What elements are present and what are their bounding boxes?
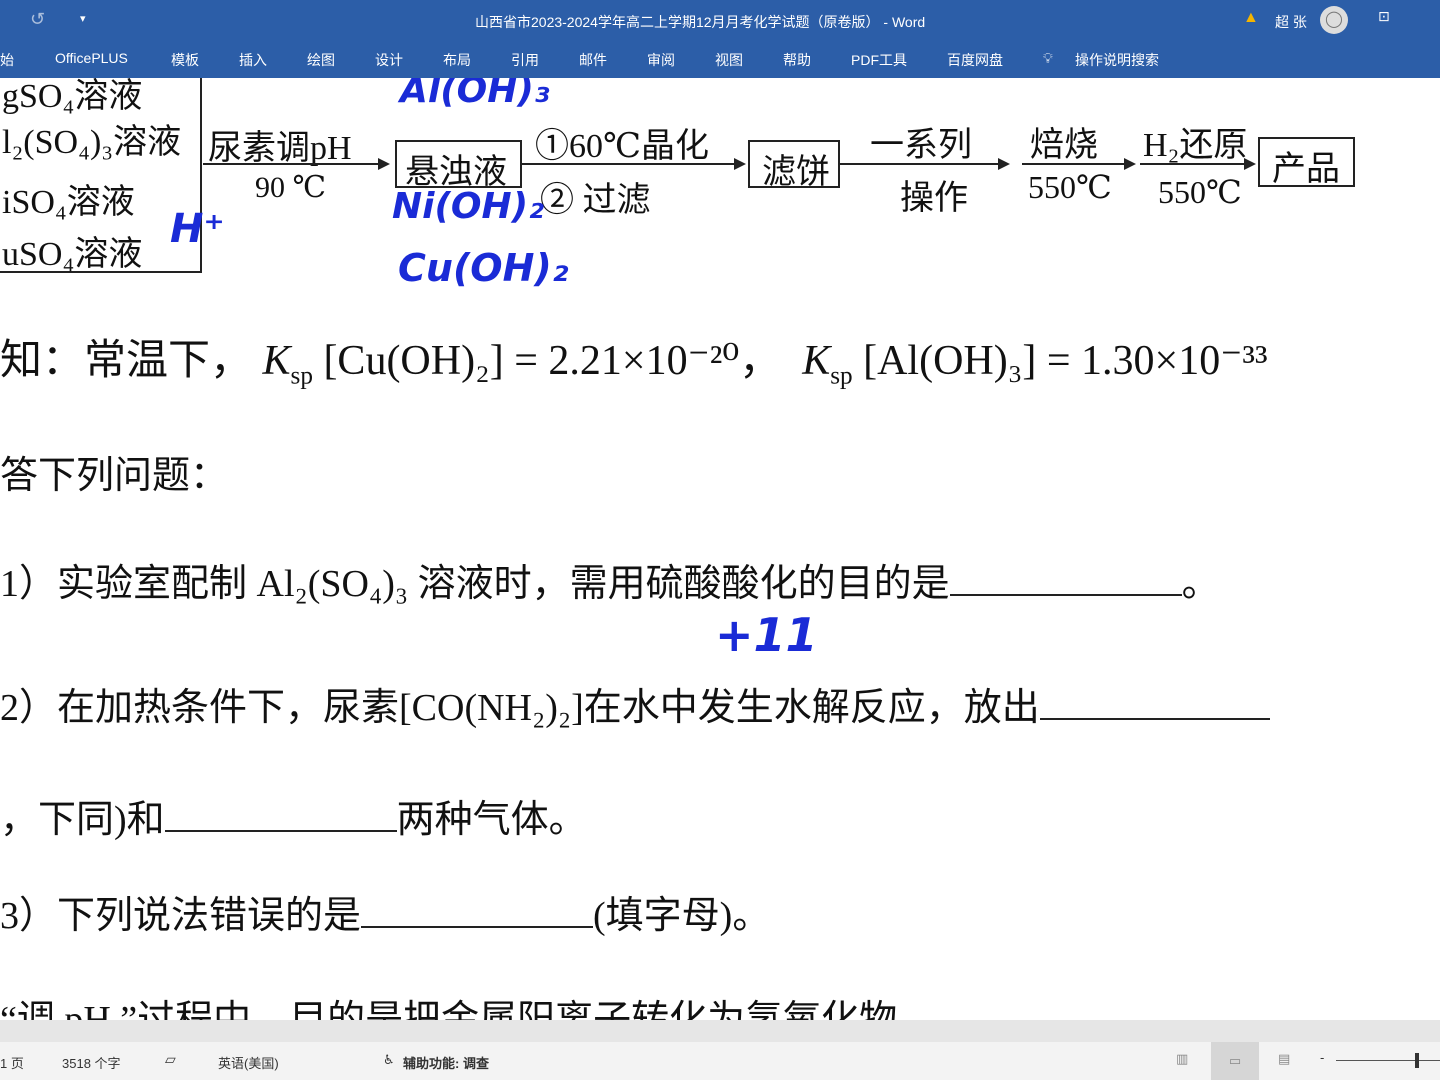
q1-text: 1）实验室配制 Al₂(SO₄)₃ 溶液时，需用硫酸酸化的目的是 [0,563,950,605]
question-3: 3）下列说法错误的是 (填字母)。 [0,884,770,939]
web-layout-icon[interactable]: ▤ [1278,1051,1290,1067]
known-conditions: 知：常温下， Ksp [Cu(OH)₂] = 2.21×10⁻²⁰， Ksp [… [0,326,1268,390]
reagent-cuso4: uSO₄溶液 [2,236,143,273]
ksp-sub: sp [830,362,853,390]
tab-mailings[interactable]: 邮件 [579,50,607,70]
handwriting-h-plus: H⁺ [170,206,225,252]
ksp-cu-oh2: [Cu(OH)₂] = 2.21×10⁻²⁰， [323,338,782,384]
reagent-niso4: iSO₄溶液 [2,184,135,221]
step1-label: 尿素调pH [208,130,352,167]
horizontal-scroll-area[interactable] [0,1020,1440,1042]
word-count[interactable]: 3518 个字 [62,1053,121,1072]
answer-intro: 答下列问题： [0,455,229,497]
q2-blank-2[interactable] [164,794,397,832]
q3-blank[interactable] [361,890,594,928]
zoom-out-button[interactable]: - [1320,1050,1324,1065]
tab-insert[interactable]: 插入 [239,50,267,70]
reagent-al2so43: l₂(SO₄)₃溶液 [2,124,182,161]
step3-label: 一系列 [870,127,972,164]
question-1: 1）实验室配制 Al₂(SO₄)₃ 溶液时，需用硫酸酸化的目的是 。 [0,552,1220,607]
arrow-3 [840,158,1010,170]
q2-text: 2）在加热条件下，尿素[CO(NH₂)₂]在水中发生水解反应，放出 [0,687,1040,729]
step4-temp: 550℃ [1028,169,1112,205]
step1-temp: 90 ℃ [255,171,327,204]
tab-officeplus[interactable]: OfficePLUS [55,50,128,66]
status-bar: 1 页 3518 个字 ▱ 英语(美国) ♿︎ 辅助功能: 调查 ▥ ▭ ▤ - [0,1042,1440,1080]
question-2: 2）在加热条件下，尿素[CO(NH₂)₂]在水中发生水解反应，放出 [0,676,1270,731]
tab-references[interactable]: 引用 [511,50,539,70]
tab-pdf-tools[interactable]: PDF工具 [851,50,907,70]
user-avatar-icon[interactable]: ◯ [1320,6,1348,34]
q2-end: 两种气体。 [396,799,587,841]
step2-filter: ② 过滤 [540,182,651,219]
q2-blank-1[interactable] [1039,682,1270,720]
arrow-5 [1140,158,1256,170]
accessibility-status[interactable]: 辅助功能: 调查 [403,1053,489,1072]
page-count[interactable]: 1 页 [0,1053,24,1072]
handwriting-aloh3: Al(OH)₃ [400,78,550,111]
arrow-1 [203,158,390,170]
tab-help[interactable]: 帮助 [783,50,811,70]
ksp-symbol: K [262,338,291,384]
undo-icon[interactable]: ↺ [30,9,45,30]
step4-label: 焙烧 [1030,127,1098,164]
ksp-symbol: K [802,338,831,384]
tab-layout[interactable]: 布局 [443,50,471,70]
zoom-slider[interactable] [1336,1060,1440,1061]
zoom-slider-thumb[interactable] [1415,1053,1419,1068]
warning-icon[interactable]: ▲ [1243,9,1259,27]
q3-text: 3）下列说法错误的是 [0,895,362,937]
step5-temp: 550℃ [1158,174,1242,210]
proofing-icon[interactable]: ▱ [165,1051,176,1068]
question-2-cont: ，下同)和 两种气体。 [0,788,587,843]
product-label: 产品 [1272,151,1340,188]
title-bar: ↺ ▾ 山西省市2023-2024学年高二上学期12月月考化学试题（原卷版） -… [0,0,1440,40]
tab-review[interactable]: 审阅 [647,50,675,70]
step5-label: H₂还原 [1143,127,1248,164]
tab-home[interactable]: 始 [0,50,14,70]
tab-design[interactable]: 设计 [375,50,403,70]
q3-end: (填字母)。 [593,895,771,937]
tab-template[interactable]: 模板 [171,50,199,70]
handwriting-plus-11: +11 [715,608,818,662]
tab-baidu-netdisk[interactable]: 百度网盘 [947,50,1003,70]
handwriting-cuoh2: Cu(OH)₂ [398,246,569,290]
document-title: 山西省市2023-2024学年高二上学期12月月考化学试题（原卷版） - Wor… [475,14,926,30]
arrow-4 [1022,158,1136,170]
print-layout-icon[interactable]: ▭ [1211,1042,1259,1080]
step2-label: ①60℃晶化 [535,128,710,165]
handwriting-nioh2: Ni(OH)₂ [392,186,544,227]
step3-operation: 操作 [900,180,968,217]
ribbon-display-icon[interactable]: ⊡ [1378,8,1390,25]
filter-cake-label: 滤饼 [762,154,830,191]
reagent-mgso4: gSO₄溶液 [2,78,143,115]
ribbon-tabs: 始 OfficePLUS 模板 插入 绘图 设计 布局 引用 邮件 审阅 视图 … [0,40,1440,78]
accessibility-icon: ♿︎ [383,1052,395,1067]
tab-view[interactable]: 视图 [715,50,743,70]
q1-end: 。 [1181,563,1220,605]
known-prefix: 知：常温下， [0,338,253,384]
lightbulb-icon: 💡︎ [1043,50,1053,66]
read-mode-icon[interactable]: ▥ [1176,1051,1188,1067]
q1-blank[interactable] [949,558,1182,596]
document-page[interactable]: gSO₄溶液 l₂(SO₄)₃溶液 iSO₄溶液 uSO₄溶液 尿素调pH 90… [0,78,1440,1020]
ksp-sub: sp [290,362,313,390]
tab-draw[interactable]: 绘图 [307,50,335,70]
q2-cont-text: ，下同)和 [0,799,165,841]
customize-toolbar-icon[interactable]: ▾ [80,12,86,25]
ksp-al-oh3: [Al(OH)₃] = 1.30×10⁻³³ [863,338,1268,384]
user-name[interactable]: 超 张 [1275,12,1307,32]
arrow-2 [522,158,746,170]
language[interactable]: 英语(美国) [218,1053,279,1072]
option-a: “调 pH ”过程中，目的是把金属阳离子转化为氢氧化物 [0,999,898,1020]
tell-me-search[interactable]: 操作说明搜索 [1075,50,1159,70]
